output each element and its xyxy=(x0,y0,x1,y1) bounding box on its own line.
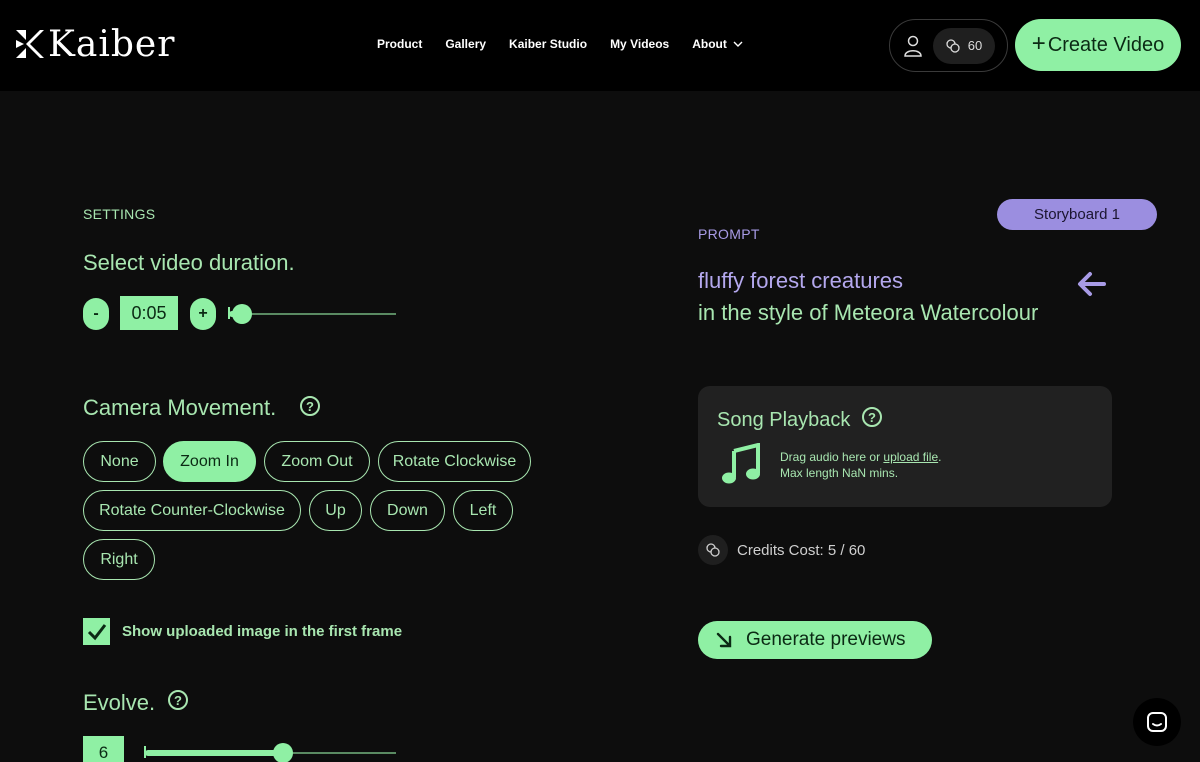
evolve-slider-thumb[interactable] xyxy=(273,743,293,762)
camera-option-rotate-clockwise[interactable]: Rotate Clockwise xyxy=(378,441,531,482)
duration-value: 0:05 xyxy=(120,296,178,330)
duration-heading: Select video duration. xyxy=(83,250,295,275)
credits-cost-row: Credits Cost: 5 / 60 xyxy=(698,535,865,565)
checkmark-icon xyxy=(87,623,106,640)
song-playback-card[interactable]: Song Playback ? Drag audio here or uploa… xyxy=(698,386,1112,507)
nav-kaiber-studio[interactable]: Kaiber Studio xyxy=(509,37,587,51)
coins-icon xyxy=(706,543,720,557)
upload-file-link[interactable]: upload file xyxy=(883,450,938,464)
create-video-label: Create Video xyxy=(1047,33,1165,56)
max-length-text: Max length NaN mins. xyxy=(780,466,899,480)
nav-about-label: About xyxy=(692,37,727,51)
camera-option-up[interactable]: Up xyxy=(309,490,362,531)
camera-option-down[interactable]: Down xyxy=(370,490,445,531)
chevron-down-icon xyxy=(733,41,743,47)
camera-option-zoom-out[interactable]: Zoom Out xyxy=(264,441,370,482)
duration-decrease-button[interactable]: - xyxy=(83,298,109,330)
camera-option-zoom-in[interactable]: Zoom In xyxy=(163,441,256,482)
camera-option-rotate-counter-clockwise[interactable]: Rotate Counter-Clockwise xyxy=(83,490,301,531)
song-upload-instructions: Drag audio here or upload file. Max leng… xyxy=(780,449,941,481)
camera-option-right[interactable]: Right xyxy=(83,539,155,580)
drag-audio-text: Drag audio here or xyxy=(780,450,881,464)
camera-option-left[interactable]: Left xyxy=(453,490,513,531)
credits-cost-badge xyxy=(698,535,728,565)
camera-help-icon[interactable]: ? xyxy=(300,396,320,416)
plus-icon: + xyxy=(1031,30,1046,57)
logo-text: Kaiber xyxy=(48,23,176,65)
music-note-icon xyxy=(722,443,760,484)
upload-period: . xyxy=(938,450,942,464)
duration-slider-thumb[interactable] xyxy=(232,304,252,324)
evolve-slider-fill xyxy=(145,750,283,756)
nav-product[interactable]: Product xyxy=(377,37,422,51)
song-playback-title: Song Playback xyxy=(717,409,851,431)
prompt-subject: fluffy forest creatures xyxy=(698,268,904,293)
prompt-style: in the style of Meteora Watercolour xyxy=(698,300,1039,325)
nav-about[interactable]: About xyxy=(692,37,743,51)
generate-previews-button[interactable]: Generate previews xyxy=(698,621,932,659)
back-arrow-icon[interactable] xyxy=(1076,269,1108,299)
credits-count: 60 xyxy=(967,38,983,53)
duration-increase-button[interactable]: + xyxy=(190,298,216,330)
coins-icon xyxy=(946,38,960,53)
create-video-button[interactable]: + Create Video xyxy=(1015,19,1181,71)
storyboard-tab[interactable]: Storyboard 1 xyxy=(997,199,1157,230)
evolve-heading: Evolve. xyxy=(83,690,156,715)
settings-label: SETTINGS xyxy=(83,206,156,222)
evolve-value: 6 xyxy=(83,736,124,762)
evolve-help-icon[interactable]: ? xyxy=(168,690,188,710)
nav-my-videos[interactable]: My Videos xyxy=(610,37,669,51)
camera-option-none[interactable]: None xyxy=(83,441,156,482)
camera-movement-heading: Camera Movement. xyxy=(83,395,277,420)
kaiber-logo-mark-icon xyxy=(16,30,44,58)
main-nav: Product Gallery Kaiber Studio My Videos … xyxy=(377,37,743,51)
duration-slider-track[interactable] xyxy=(228,313,396,315)
show-first-frame-checkbox[interactable] xyxy=(83,618,110,645)
prompt-label: PROMPT xyxy=(698,226,760,242)
show-first-frame-label: Show uploaded image in the first frame xyxy=(122,623,403,640)
user-account-box: 60 xyxy=(889,19,1008,72)
chat-icon xyxy=(1147,712,1167,732)
credits-cost-text: Credits Cost: 5 / 60 xyxy=(737,541,866,559)
top-header: Kaiber Product Gallery Kaiber Studio My … xyxy=(0,0,1200,91)
credits-pill[interactable]: 60 xyxy=(933,27,995,64)
kaiber-logo[interactable]: Kaiber xyxy=(14,23,176,65)
nav-gallery[interactable]: Gallery xyxy=(445,37,486,51)
song-help-icon[interactable]: ? xyxy=(862,407,882,427)
generate-previews-label: Generate previews xyxy=(746,629,906,650)
chat-support-button[interactable] xyxy=(1133,698,1181,746)
arrow-down-right-icon xyxy=(716,632,732,648)
user-icon[interactable] xyxy=(903,35,923,57)
